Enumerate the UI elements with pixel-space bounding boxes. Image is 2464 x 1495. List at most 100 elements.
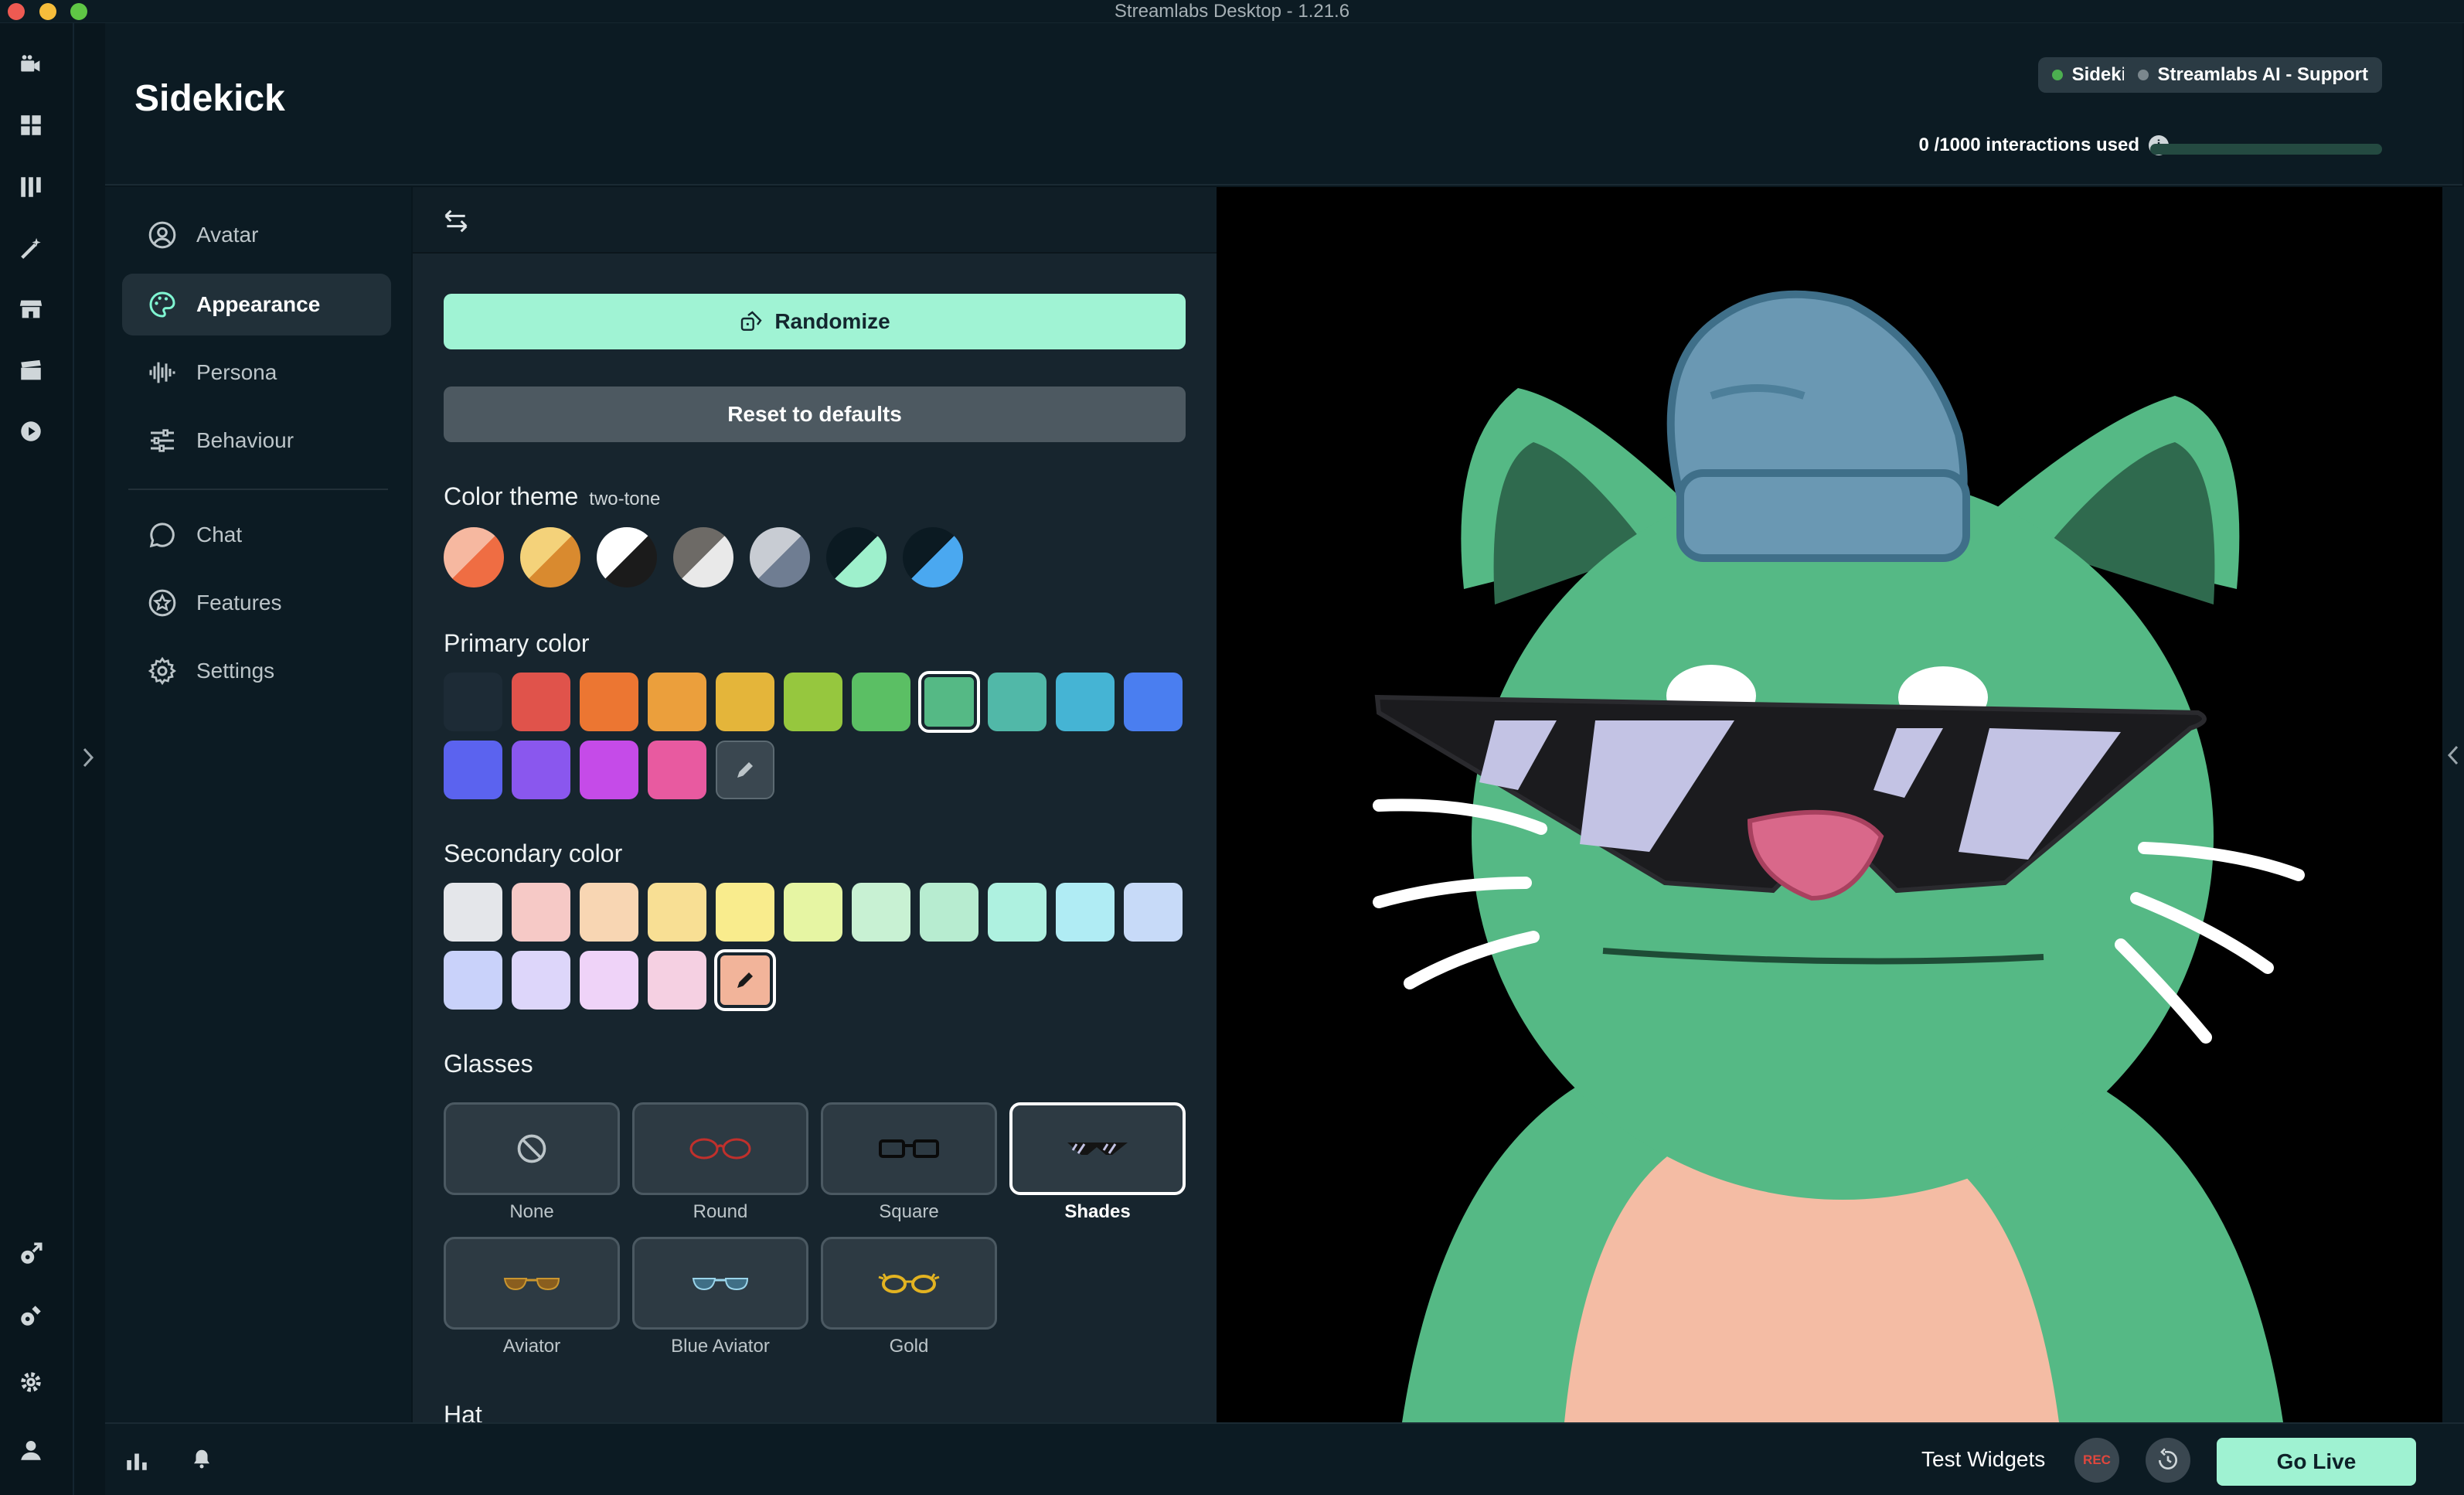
primary-custom-color-picker[interactable] bbox=[716, 741, 774, 799]
nav-item-features[interactable]: Features bbox=[122, 572, 391, 634]
secondary-color-swatch[interactable] bbox=[716, 883, 774, 942]
replay-buffer-button[interactable] bbox=[2146, 1438, 2190, 1483]
primary-color-swatch[interactable] bbox=[988, 673, 1047, 731]
app-side-rail bbox=[0, 23, 74, 1495]
blue-aviator-glasses-icon bbox=[692, 1278, 749, 1291]
primary-color-swatch[interactable] bbox=[918, 671, 980, 733]
glasses-option-gold[interactable] bbox=[821, 1237, 997, 1330]
record-button[interactable]: REC bbox=[2074, 1438, 2119, 1483]
user-profile-icon[interactable] bbox=[15, 1435, 46, 1466]
performance-chart-icon[interactable] bbox=[124, 1447, 150, 1473]
glasses-label: Round bbox=[693, 1201, 748, 1222]
color-theme-option[interactable] bbox=[750, 527, 810, 587]
secondary-color-swatch[interactable] bbox=[1056, 883, 1115, 942]
secondary-color-swatch[interactable] bbox=[580, 951, 638, 1010]
randomize-button[interactable]: Randomize bbox=[444, 294, 1186, 349]
avatar-preview bbox=[1217, 187, 2442, 1422]
primary-color-swatch[interactable] bbox=[1056, 673, 1115, 731]
primary-color-swatch[interactable] bbox=[580, 673, 638, 731]
glasses-option-blue-aviator[interactable] bbox=[632, 1237, 808, 1330]
reset-to-defaults-button[interactable]: Reset to defaults bbox=[444, 387, 1186, 442]
clapperboard-icon[interactable] bbox=[15, 356, 46, 387]
secondary-color-swatch[interactable] bbox=[988, 883, 1047, 942]
swap-arrows-icon[interactable] bbox=[441, 206, 471, 237]
glasses-option-aviator[interactable] bbox=[444, 1237, 620, 1330]
right-dock-collapse[interactable] bbox=[2442, 187, 2464, 1422]
glasses-label: Aviator bbox=[502, 1336, 561, 1357]
secondary-color-swatch[interactable] bbox=[444, 883, 502, 942]
color-theme-option[interactable] bbox=[903, 527, 963, 587]
dice-icon bbox=[741, 311, 762, 331]
editor-camera-icon[interactable] bbox=[15, 49, 46, 80]
shades-icon bbox=[1067, 1143, 1128, 1155]
integrations-icon[interactable] bbox=[15, 1238, 46, 1269]
glasses-label: Gold bbox=[889, 1336, 929, 1357]
user-circle-icon bbox=[148, 221, 176, 249]
secondary-color-swatch[interactable] bbox=[784, 883, 842, 942]
glasses-option-shades[interactable] bbox=[1009, 1102, 1186, 1195]
primary-color-swatch[interactable] bbox=[784, 673, 842, 731]
secondary-color-swatch[interactable] bbox=[648, 883, 706, 942]
nav-label: Chat bbox=[196, 523, 243, 547]
pencil-icon bbox=[737, 762, 753, 778]
dashboard-grid-icon[interactable] bbox=[15, 110, 46, 141]
store-icon[interactable] bbox=[15, 294, 46, 325]
nav-item-chat[interactable]: Chat bbox=[122, 504, 391, 566]
themes-wand-icon[interactable] bbox=[15, 233, 46, 264]
status-dot-icon bbox=[2051, 70, 2063, 80]
primary-color-swatch[interactable] bbox=[716, 673, 774, 731]
sliders-icon bbox=[151, 429, 174, 452]
color-theme-option[interactable] bbox=[520, 527, 580, 587]
nav-item-appearance[interactable]: Appearance bbox=[122, 274, 391, 335]
secondary-color-swatch[interactable] bbox=[1124, 883, 1183, 942]
secondary-custom-color-picker[interactable] bbox=[714, 949, 776, 1011]
play-circle-icon[interactable] bbox=[15, 416, 46, 447]
secondary-color-swatch[interactable] bbox=[920, 883, 978, 942]
square-glasses-icon bbox=[879, 1139, 939, 1158]
layout-columns-icon[interactable] bbox=[15, 172, 46, 203]
randomize-label: Randomize bbox=[774, 309, 890, 333]
secondary-color-swatch[interactable] bbox=[512, 883, 570, 942]
color-theme-option[interactable] bbox=[673, 527, 733, 587]
primary-color-swatch[interactable] bbox=[580, 741, 638, 799]
chevron-left-icon[interactable] bbox=[2445, 744, 2461, 767]
primary-color-swatch[interactable] bbox=[1124, 673, 1183, 731]
nav-label: Appearance bbox=[196, 292, 321, 316]
glasses-option-none[interactable] bbox=[444, 1102, 620, 1195]
primary-color-swatch[interactable] bbox=[852, 673, 910, 731]
sidekick-nav: Avatar Appearance Persona Behaviour Chat… bbox=[105, 187, 411, 1422]
nav-item-persona[interactable]: Persona bbox=[122, 342, 391, 404]
nav-item-avatar[interactable]: Avatar bbox=[122, 204, 391, 266]
tools-icon[interactable] bbox=[15, 1300, 46, 1331]
color-theme-option[interactable] bbox=[597, 527, 657, 587]
chat-bubble-icon bbox=[149, 523, 175, 548]
color-theme-option[interactable] bbox=[444, 527, 504, 587]
nav-item-settings[interactable]: Settings bbox=[122, 640, 391, 702]
color-theme-option[interactable] bbox=[826, 527, 887, 587]
pencil-icon bbox=[737, 972, 753, 988]
primary-color-swatch[interactable] bbox=[648, 741, 706, 799]
settings-gear-icon[interactable] bbox=[15, 1367, 46, 1398]
secondary-color-swatch[interactable] bbox=[444, 951, 502, 1010]
test-widgets-button[interactable]: Test Widgets bbox=[1921, 1447, 2045, 1472]
primary-color-swatch[interactable] bbox=[512, 673, 570, 731]
expand-sidebar-chevron-icon[interactable] bbox=[74, 734, 102, 781]
primary-color-swatch[interactable] bbox=[648, 673, 706, 731]
secondary-color-swatch[interactable] bbox=[648, 951, 706, 1010]
waveform-icon bbox=[149, 362, 175, 383]
interactions-usage: 0 /1000 interactions used i bbox=[1919, 135, 2169, 156]
star-badge-icon bbox=[148, 589, 176, 617]
window-titlebar: Streamlabs Desktop - 1.21.6 bbox=[0, 0, 2464, 23]
secondary-color-swatch[interactable] bbox=[580, 883, 638, 942]
glasses-option-round[interactable] bbox=[632, 1102, 808, 1195]
primary-color-swatch[interactable] bbox=[444, 673, 502, 731]
support-status-badge[interactable]: Streamlabs AI - Support bbox=[2123, 57, 2382, 93]
notification-bell-icon[interactable] bbox=[190, 1447, 213, 1470]
secondary-color-swatch[interactable] bbox=[852, 883, 910, 942]
secondary-color-swatch[interactable] bbox=[512, 951, 570, 1010]
go-live-button[interactable]: Go Live bbox=[2217, 1438, 2416, 1486]
nav-item-behaviour[interactable]: Behaviour bbox=[122, 410, 391, 472]
primary-color-swatch[interactable] bbox=[444, 741, 502, 799]
glasses-option-square[interactable] bbox=[821, 1102, 997, 1195]
primary-color-swatch[interactable] bbox=[512, 741, 570, 799]
